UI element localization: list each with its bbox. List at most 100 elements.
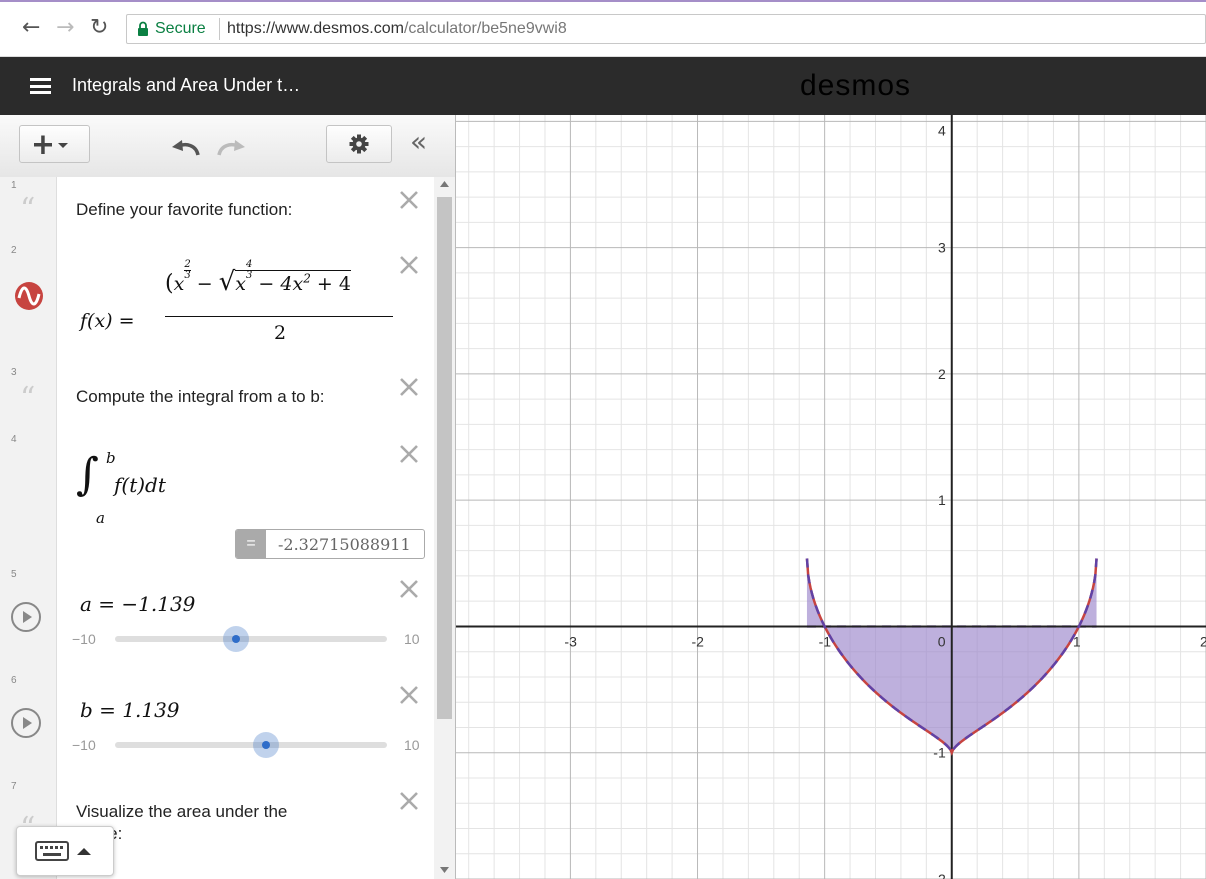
- open-paren: (: [165, 271, 174, 296]
- minor-gridlines: [456, 115, 1206, 879]
- close-icon[interactable]: [398, 376, 420, 398]
- quote-icon: “: [20, 381, 36, 416]
- slider-label[interactable]: a = −1.139: [80, 592, 195, 616]
- y-tick-label: 1: [938, 492, 946, 508]
- slider-max[interactable]: 10: [404, 737, 420, 753]
- redo-icon[interactable]: [215, 137, 247, 157]
- desmos-logo: desmos: [800, 69, 912, 102]
- numerator-exponent: 23: [184, 259, 191, 281]
- play-icon[interactable]: [11, 602, 41, 632]
- expression-gutter: 6: [0, 672, 57, 778]
- integral-lower-limit: a: [96, 509, 105, 527]
- scroll-up-icon[interactable]: [440, 181, 449, 187]
- add-icon: [34, 135, 68, 154]
- slider-track[interactable]: [115, 636, 387, 642]
- expression-item-3[interactable]: 3 “ Compute the integral from a to b:: [0, 364, 434, 432]
- numerator-base: x: [173, 273, 185, 295]
- close-icon[interactable]: [398, 443, 420, 465]
- quote-icon: “: [20, 192, 36, 227]
- slider-min[interactable]: −10: [72, 737, 96, 753]
- keypad-toggle-button[interactable]: [16, 826, 114, 876]
- sqrt-sign: √: [218, 267, 236, 297]
- forward-arrow-icon[interactable]: →: [56, 16, 74, 40]
- slider-min[interactable]: −10: [72, 631, 96, 647]
- app-header: Integrals and Area Under t… desmos: [0, 57, 1206, 115]
- expression-toolbar: «: [0, 115, 455, 178]
- y-tick-label: -1: [933, 745, 946, 761]
- back-arrow-icon[interactable]: ←: [22, 16, 40, 40]
- evaluation-result: = -2.32715088911: [235, 529, 425, 559]
- settings-button[interactable]: [326, 125, 392, 163]
- x-tick-label: -3: [564, 633, 577, 649]
- note-text[interactable]: Compute the integral from a to b:: [76, 387, 325, 407]
- integral-upper-limit: b: [106, 449, 116, 467]
- function-denominator: 2: [274, 322, 287, 344]
- expression-index: 3: [11, 367, 17, 378]
- slider-max[interactable]: 10: [404, 631, 420, 647]
- close-icon[interactable]: [398, 790, 420, 812]
- expression-gutter: 1 “: [0, 177, 57, 242]
- expression-index: 5: [11, 569, 17, 580]
- expression-index: 2: [11, 245, 17, 256]
- scrollbar-thumb[interactable]: [437, 197, 452, 719]
- x-tick-label: -2: [692, 633, 705, 649]
- menu-icon[interactable]: [30, 78, 51, 94]
- note-text[interactable]: Define your favorite function:: [76, 200, 292, 220]
- result-equals: =: [236, 530, 266, 558]
- integral-body[interactable]: f(t)dt: [114, 473, 166, 497]
- function-lhs: f(x) =: [80, 310, 135, 332]
- y-tick-label: -2: [933, 871, 946, 879]
- y-tick-label: 3: [938, 240, 946, 256]
- slider-track[interactable]: [115, 742, 387, 748]
- slider-handle-dot: [231, 635, 240, 643]
- expression-item-2[interactable]: 2 f(x) = (x 2 3 − √x 4 3 − 4x2 + 4 2: [0, 242, 434, 365]
- expression-gutter: 2: [0, 242, 57, 364]
- result-value: -2.32715088911: [278, 535, 411, 554]
- expression-index: 6: [11, 675, 17, 686]
- wave-icon[interactable]: [14, 281, 44, 311]
- major-gridlines: [456, 115, 1206, 879]
- url-domain: https://www.desmos.com: [227, 20, 404, 37]
- undo-icon[interactable]: [170, 137, 202, 157]
- radicand: x43 − 4x2 + 4: [235, 259, 351, 295]
- reload-icon[interactable]: ↻: [90, 16, 108, 40]
- x-tick-label: 1: [1073, 633, 1081, 649]
- expression-index: 1: [11, 180, 17, 191]
- keyboard-icon: [35, 841, 91, 861]
- address-separator: [219, 18, 220, 40]
- axes: [456, 115, 1206, 879]
- address-bar[interactable]: Secure https://www.desmos.com/calculator…: [126, 14, 1206, 44]
- secure-label: Secure: [155, 20, 206, 37]
- play-icon[interactable]: [11, 708, 41, 738]
- add-item-button[interactable]: [19, 125, 90, 163]
- expression-gutter: 4: [0, 431, 57, 566]
- minus-sign: −: [196, 273, 213, 295]
- lock-icon: [138, 21, 148, 36]
- x-tick-label: -1: [819, 633, 832, 649]
- x-tick-label: 0: [938, 633, 946, 649]
- fraction-bar: [165, 316, 393, 317]
- expression-item-6[interactable]: 6 b = 1.139 −10 10: [0, 672, 434, 779]
- browser-toolbar: ← → ↻ Secure https://www.desmos.com/calc…: [0, 2, 1206, 57]
- slider-label[interactable]: b = 1.139: [80, 698, 180, 722]
- integral-sign: ∫: [76, 449, 99, 500]
- expression-item-4[interactable]: 4 ∫ b a f(t)dt = -2.32715088911: [0, 431, 434, 567]
- close-icon[interactable]: [398, 189, 420, 211]
- close-icon[interactable]: [398, 578, 420, 600]
- gear-icon: [349, 134, 369, 154]
- close-icon[interactable]: [398, 254, 420, 276]
- scroll-down-icon[interactable]: [440, 867, 449, 873]
- function-numerator[interactable]: (x 2 3 − √x 4 3 − 4x2 + 4: [165, 260, 351, 297]
- expression-gutter: 3 “: [0, 364, 57, 431]
- expression-item-1[interactable]: 1 “ Define your favorite function:: [0, 177, 434, 243]
- collapse-icon[interactable]: «: [410, 127, 427, 157]
- expression-list-panel: « 1 “ Define your favorite function: 2 f…: [0, 115, 456, 879]
- close-icon[interactable]: [398, 684, 420, 706]
- expression-item-5[interactable]: 5 a = −1.139 −10 10: [0, 566, 434, 673]
- url-text[interactable]: https://www.desmos.com/calculator/be5ne9…: [227, 19, 567, 39]
- expression-index: 7: [11, 781, 17, 792]
- note-text-line-1[interactable]: Visualize the area under the: [76, 802, 287, 822]
- expression-index: 4: [11, 434, 17, 445]
- graph-title[interactable]: Integrals and Area Under t…: [72, 75, 300, 96]
- graph-paper[interactable]: -3 -2 -1 0 1 2 4 3 2 1 -1 -2: [456, 115, 1206, 879]
